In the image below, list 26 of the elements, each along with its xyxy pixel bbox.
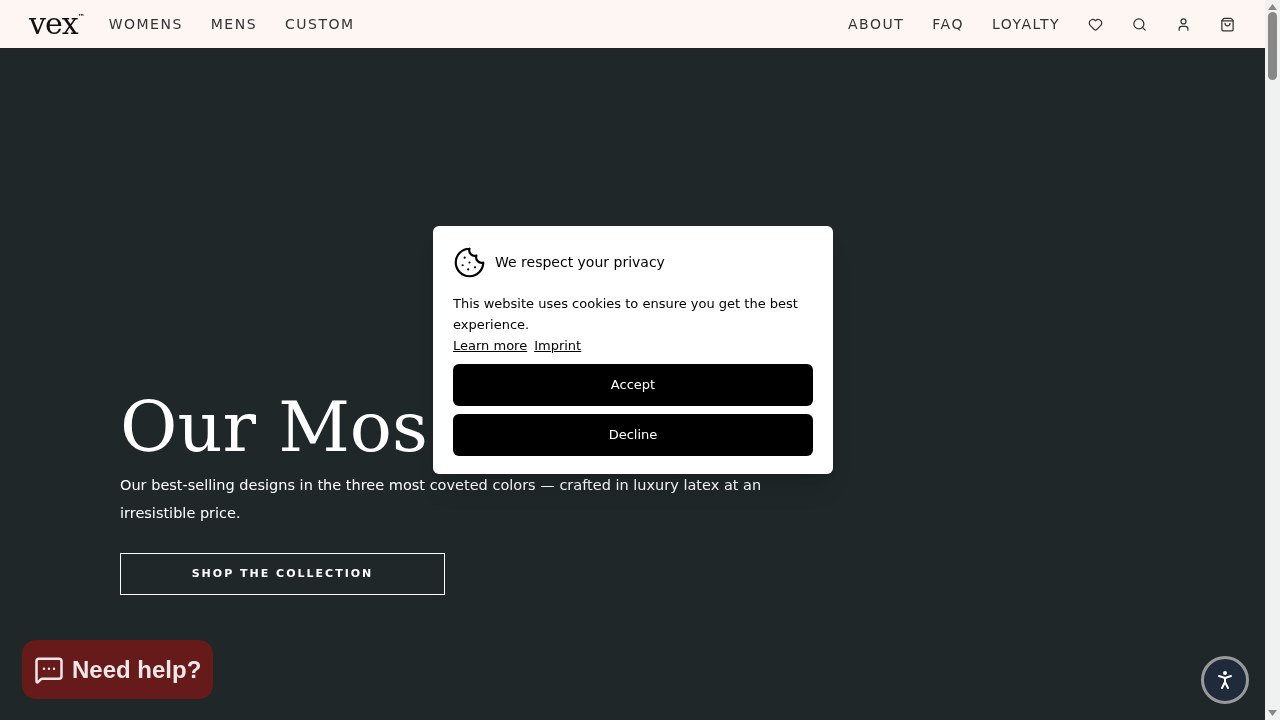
cookie-icon — [453, 246, 486, 279]
dialog-link[interactable]: Imprint — [534, 335, 582, 356]
scroll-down-icon[interactable] — [1268, 710, 1277, 716]
search-icon[interactable] — [1132, 16, 1147, 32]
dialog-button[interactable]: Decline — [453, 414, 813, 456]
hero-subtitle: Our best-selling designs in the three most coveted colors — crafted in luxury latex at an irresistible price. — [120, 476, 763, 523]
nav-link[interactable]: MENS — [210, 13, 258, 35]
nav-link[interactable]: FAQ — [932, 13, 964, 35]
nav-link[interactable]: WOMENS — [108, 13, 183, 35]
nav-link[interactable]: CUSTOM — [285, 13, 355, 35]
scrollbar-thumb[interactable] — [1268, 12, 1277, 80]
nav-link[interactable]: LOYALTY — [991, 13, 1060, 35]
nav-link[interactable]: ABOUT — [848, 13, 905, 35]
logo[interactable]: vex — [29, 9, 78, 39]
bag-icon[interactable] — [1220, 16, 1235, 32]
shop-button[interactable]: SHOP THE COLLECTION — [120, 553, 445, 595]
scroll-up-icon[interactable] — [1268, 4, 1277, 10]
chat-button[interactable]: Need help? — [22, 640, 214, 699]
hero-heading: Our Mos — [120, 385, 428, 469]
dialog-button[interactable]: Accept — [453, 364, 813, 406]
dialog-link[interactable]: Learn more — [453, 335, 528, 356]
dialog-title: We respect your privacy — [495, 253, 665, 272]
heart-icon[interactable] — [1088, 16, 1103, 32]
dialog-text: This website uses cookies to ensure you get the best experience. — [453, 295, 799, 334]
scrollbar[interactable] — [1265, 0, 1280, 720]
user-icon[interactable] — [1176, 16, 1191, 32]
